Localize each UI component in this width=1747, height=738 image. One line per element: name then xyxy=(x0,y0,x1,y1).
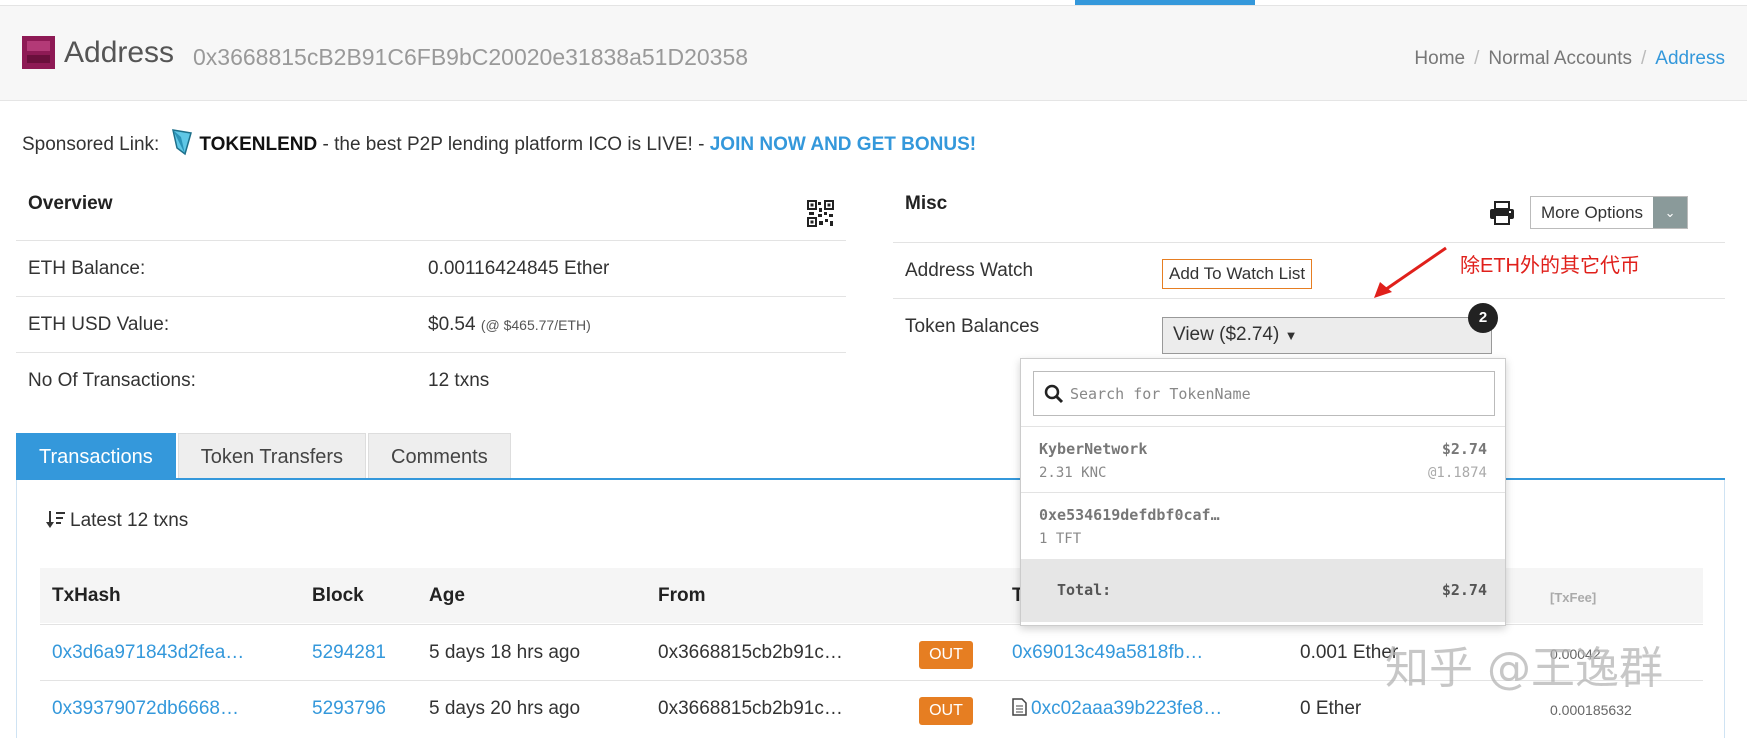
annotation-text: 除ETH外的其它代币 xyxy=(1460,255,1640,277)
breadcrumb-home[interactable]: Home xyxy=(1414,48,1465,69)
tx-from: 0x3668815cb2b91c… xyxy=(658,642,843,663)
breadcrumb-normal-accounts[interactable]: Normal Accounts xyxy=(1488,48,1632,69)
col-block: Block xyxy=(312,585,364,606)
contract-file-icon xyxy=(1012,698,1027,716)
col-txfee: [TxFee] xyxy=(1550,590,1597,605)
watermark: 知乎 @王逸群 xyxy=(1385,643,1663,694)
address-watch-label: Address Watch xyxy=(905,260,1034,281)
tokenlend-logo-icon xyxy=(171,128,193,162)
token-total-row: Total: $2.74 xyxy=(1021,559,1505,622)
tab-bar: Transactions Token Transfers Comments xyxy=(16,433,513,480)
sponsor-prefix: Sponsored Link: xyxy=(22,134,160,156)
tx-value: 0.001 Ether xyxy=(1300,642,1399,663)
token-balances-view-button[interactable]: View ($2.74) ▼ xyxy=(1162,317,1492,354)
token-item-kybernetwork[interactable]: KyberNetwork 2.31 KNC $2.74 @1.1874 xyxy=(1021,426,1505,492)
tab-comments[interactable]: Comments xyxy=(368,433,511,480)
token-search-input[interactable] xyxy=(1070,380,1480,408)
overview-row-eth-usd: ETH USD Value: $0.54 (@ $465.77/ETH) xyxy=(16,296,846,352)
add-to-watch-list-button[interactable]: Add To Watch List xyxy=(1162,259,1313,289)
tx-block-link[interactable]: 5293796 xyxy=(312,698,386,720)
sponsored-link: Sponsored Link: TOKENLEND - the best P2P… xyxy=(22,128,976,162)
col-age: Age xyxy=(429,585,465,606)
qr-code-icon[interactable] xyxy=(807,200,834,227)
sponsor-brand: TOKENLEND xyxy=(199,134,318,156)
col-from: From xyxy=(658,585,706,606)
address-identicon xyxy=(22,36,55,69)
tx-age: 5 days 20 hrs ago xyxy=(429,698,581,719)
txn-count-label: No Of Transactions: xyxy=(28,370,196,391)
tx-to-link[interactable]: 0xc02aaa39b223fe8… xyxy=(1031,698,1222,719)
eth-usd-label: ETH USD Value: xyxy=(28,314,170,335)
misc-title: Misc xyxy=(905,193,948,214)
page-header: Address 0x3668815cB2B91C6FB9bC20020e3183… xyxy=(0,6,1747,101)
tx-value: 0 Ether xyxy=(1300,698,1362,719)
sort-amount-down-icon xyxy=(46,511,65,528)
sponsor-message: - the best P2P lending platform ICO is L… xyxy=(317,134,710,156)
eth-usd-amount: $0.54 xyxy=(428,314,476,335)
tx-hash-link[interactable]: 0x39379072db6668… xyxy=(52,698,239,720)
eth-balance-label: ETH Balance: xyxy=(28,258,146,279)
overview-title: Overview xyxy=(28,193,113,214)
eth-balance-value: 0.00116424845 Ether xyxy=(428,258,610,279)
token-rate: @1.1874 xyxy=(1427,465,1487,481)
print-icon[interactable] xyxy=(1489,201,1515,225)
token-value: $2.74 xyxy=(1441,440,1487,458)
overview-row-eth-balance: ETH Balance: 0.00116424845 Ether xyxy=(16,240,846,296)
breadcrumb: Home / Normal Accounts / Address xyxy=(1414,48,1725,69)
tab-transactions[interactable]: Transactions xyxy=(16,433,176,480)
overview-row-txn-count: No Of Transactions: 12 txns xyxy=(16,352,846,408)
tx-from: 0x3668815cb2b91c… xyxy=(658,698,843,719)
tx-direction-badge: OUT xyxy=(919,641,973,669)
token-name: KyberNetwork xyxy=(1039,440,1148,458)
token-search-box xyxy=(1033,371,1495,416)
txn-count-value: 12 txns xyxy=(428,370,490,391)
annotation-arrow-icon xyxy=(1374,246,1447,298)
token-count-badge: 2 xyxy=(1468,303,1498,333)
token-name: 0xe534619defdbf0caf… xyxy=(1039,506,1220,524)
token-quantity: 1 TFT xyxy=(1039,531,1082,547)
more-options-button[interactable]: More Options ⌄ xyxy=(1530,196,1689,229)
tx-to-link[interactable]: 0x69013c49a5818fb… xyxy=(1012,642,1203,664)
token-quantity: 2.31 KNC xyxy=(1039,465,1107,481)
breadcrumb-address: Address xyxy=(1655,48,1725,69)
tx-block-link[interactable]: 5294281 xyxy=(312,642,386,664)
token-item-tft[interactable]: 0xe534619defdbf0caf… 1 TFT xyxy=(1021,492,1505,558)
latest-txns-label: Latest 12 txns xyxy=(70,510,189,531)
latest-txns-summary: Latest 12 txns xyxy=(46,509,188,532)
page-title: Address xyxy=(64,36,175,69)
col-txhash: TxHash xyxy=(52,585,121,606)
token-balances-label: Token Balances xyxy=(905,316,1040,337)
tx-fee: 0.000185632 xyxy=(1550,702,1632,718)
tx-age: 5 days 18 hrs ago xyxy=(429,642,581,663)
tx-hash-link[interactable]: 0x3d6a971843d2fea… xyxy=(52,642,244,664)
eth-usd-value: $0.54 (@ $465.77/ETH) xyxy=(428,314,591,336)
more-options-label: More Options xyxy=(1531,197,1654,228)
sponsor-cta-link[interactable]: JOIN NOW AND GET BONUS! xyxy=(710,134,976,155)
page-address: 0x3668815cB2B91C6FB9bC20020e31838a51D203… xyxy=(193,44,749,70)
eth-usd-rate: (@ $465.77/ETH) xyxy=(480,317,591,333)
view-button-label: View ($2.74) xyxy=(1173,324,1280,345)
tab-token-transfers[interactable]: Token Transfers xyxy=(177,433,367,480)
caret-down-icon: ▼ xyxy=(1284,328,1298,343)
search-icon xyxy=(1044,384,1064,404)
tx-direction-badge: OUT xyxy=(919,697,973,725)
chevron-down-icon: ⌄ xyxy=(1653,197,1688,228)
token-total-value: $2.74 xyxy=(1441,581,1487,599)
token-balances-dropdown: KyberNetwork 2.31 KNC $2.74 @1.1874 0xe5… xyxy=(1020,358,1506,626)
tx-to-cell: 0xc02aaa39b223fe8… xyxy=(1012,698,1222,720)
token-total-label: Total: xyxy=(1057,581,1112,599)
